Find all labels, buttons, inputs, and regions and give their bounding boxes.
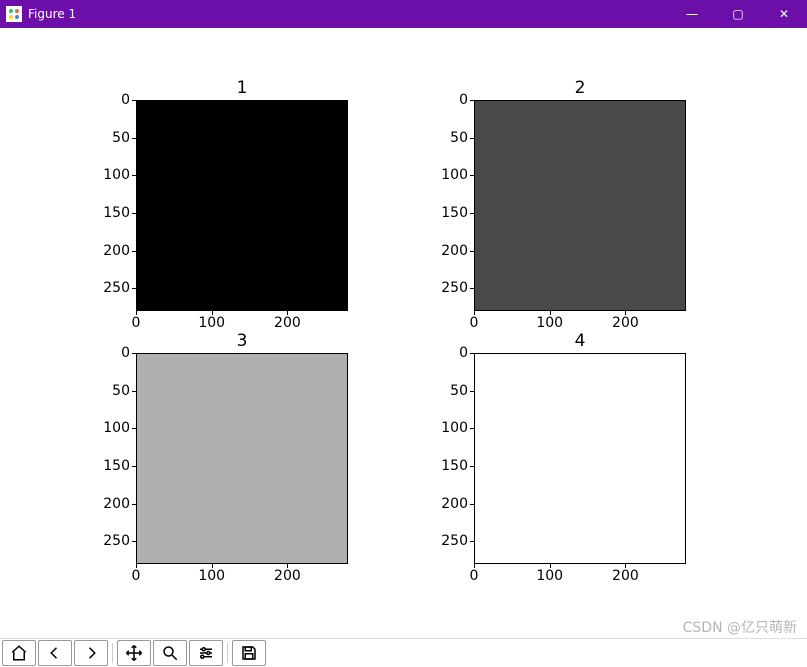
- configure-icon: [197, 644, 215, 662]
- minimize-icon: —: [686, 7, 698, 21]
- maximize-icon: ▢: [732, 7, 743, 21]
- xtick-label: 0: [132, 568, 141, 584]
- ytick-label: 250: [103, 533, 130, 549]
- heatmap-image: [136, 353, 348, 564]
- close-button[interactable]: ✕: [761, 0, 807, 28]
- back-icon: [46, 644, 64, 662]
- save-button[interactable]: [232, 640, 266, 666]
- watermark-text: CSDN @亿只萌新: [683, 617, 797, 637]
- window-controls: — ▢ ✕: [669, 0, 807, 28]
- zoom-button[interactable]: [153, 640, 187, 666]
- configure-button[interactable]: [189, 640, 223, 666]
- subplot-3: 30501001502002500100200: [136, 353, 348, 564]
- pan-icon: [125, 644, 143, 662]
- ytick-label: 0: [459, 92, 468, 108]
- forward-icon: [82, 644, 100, 662]
- ytick-label: 100: [441, 420, 468, 436]
- save-icon: [240, 644, 258, 662]
- forward-button[interactable]: [74, 640, 108, 666]
- home-button[interactable]: [2, 640, 36, 666]
- ytick-label: 200: [441, 496, 468, 512]
- ytick-label: 50: [450, 130, 468, 146]
- ytick-label: 150: [441, 458, 468, 474]
- app-icon: [6, 6, 22, 22]
- ytick-label: 250: [103, 280, 130, 296]
- ytick-label: 150: [441, 205, 468, 221]
- xtick-label: 100: [198, 315, 225, 331]
- toolbar-separator: [112, 643, 113, 663]
- xtick-label: 100: [536, 568, 563, 584]
- ytick-label: 0: [459, 345, 468, 361]
- ytick-label: 50: [112, 383, 130, 399]
- ytick-label: 100: [103, 420, 130, 436]
- ytick-label: 100: [441, 167, 468, 183]
- home-icon: [10, 644, 28, 662]
- ytick-label: 200: [103, 496, 130, 512]
- xtick-label: 0: [470, 315, 479, 331]
- zoom-icon: [161, 644, 179, 662]
- ytick-label: 0: [121, 92, 130, 108]
- ytick-label: 200: [103, 243, 130, 259]
- xtick-label: 100: [536, 315, 563, 331]
- subplot-title: 4: [474, 331, 686, 351]
- xtick-label: 200: [612, 315, 639, 331]
- window-title: Figure 1: [28, 7, 76, 21]
- pan-button[interactable]: [117, 640, 151, 666]
- heatmap-image: [474, 100, 686, 311]
- window-titlebar: Figure 1 — ▢ ✕: [0, 0, 807, 28]
- xtick-label: 100: [198, 568, 225, 584]
- ytick-label: 50: [450, 383, 468, 399]
- ytick-label: 0: [121, 345, 130, 361]
- ytick-label: 250: [441, 533, 468, 549]
- subplot-1: 10501001502002500100200: [136, 100, 348, 311]
- xtick-label: 200: [274, 568, 301, 584]
- matplotlib-toolbar: [0, 638, 807, 667]
- subplot-title: 2: [474, 78, 686, 98]
- ytick-label: 150: [103, 458, 130, 474]
- xtick-label: 0: [470, 568, 479, 584]
- ytick-label: 250: [441, 280, 468, 296]
- toolbar-separator: [227, 643, 228, 663]
- subplot-title: 1: [136, 78, 348, 98]
- xtick-label: 0: [132, 315, 141, 331]
- maximize-button[interactable]: ▢: [715, 0, 761, 28]
- subplot-title: 3: [136, 331, 348, 351]
- ytick-label: 200: [441, 243, 468, 259]
- heatmap-image: [474, 353, 686, 564]
- xtick-label: 200: [274, 315, 301, 331]
- ytick-label: 150: [103, 205, 130, 221]
- subplot-4: 40501001502002500100200: [474, 353, 686, 564]
- ytick-label: 50: [112, 130, 130, 146]
- figure-canvas[interactable]: 1050100150200250010020020501001502002500…: [0, 28, 807, 638]
- subplot-2: 20501001502002500100200: [474, 100, 686, 311]
- xtick-label: 200: [612, 568, 639, 584]
- heatmap-image: [136, 100, 348, 311]
- ytick-label: 100: [103, 167, 130, 183]
- minimize-button[interactable]: —: [669, 0, 715, 28]
- back-button[interactable]: [38, 640, 72, 666]
- close-icon: ✕: [779, 7, 789, 21]
